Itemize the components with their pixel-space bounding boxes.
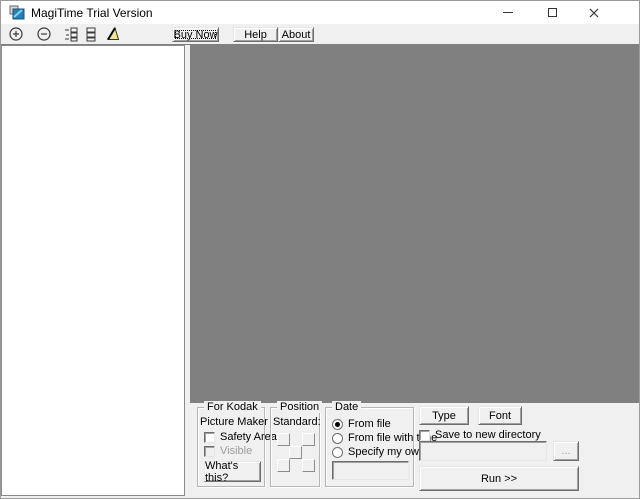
kodak-group: For Kodak Picture Maker Safety Area Visi…: [197, 401, 277, 487]
position-top-left-button[interactable]: [277, 433, 290, 446]
position-top-right-button[interactable]: [302, 433, 315, 446]
about-label: About: [281, 28, 311, 41]
whats-this-button[interactable]: What's this?: [204, 459, 261, 484]
buy-now-label: Buy Now: [173, 28, 218, 41]
zoom-in-icon[interactable]: [8, 26, 24, 42]
safety-area-label: Safety Area: [220, 431, 277, 443]
position-group-title: Position: [277, 401, 323, 413]
kodak-group-subtitle: Picture Maker: [200, 416, 268, 428]
window-title: MagiTime Trial Version: [31, 6, 153, 20]
type-label: Type: [432, 409, 456, 422]
minimize-button[interactable]: [489, 1, 527, 24]
buy-now-button[interactable]: Buy Now: [172, 27, 219, 42]
help-label: Help: [244, 28, 267, 41]
save-directory-label: Save to new directory: [435, 429, 541, 441]
date-group-title: Date: [332, 401, 362, 413]
position-bottom-left-button[interactable]: [277, 459, 290, 472]
toolbar: Buy Now Help About: [1, 24, 639, 45]
date-group: Date From file From file with time Speci…: [325, 401, 437, 487]
type-button[interactable]: Type: [419, 406, 469, 425]
visible-checkbox-row: Visible: [204, 445, 252, 457]
whats-this-label: What's this?: [205, 459, 239, 484]
date-from-file-label: From file: [348, 418, 391, 430]
zoom-out-icon[interactable]: [36, 26, 52, 42]
save-directory-checkbox[interactable]: [419, 429, 430, 441]
date-specify-own-option[interactable]: Specify my own: [332, 446, 425, 458]
font-label: Font: [488, 409, 511, 422]
position-bottom-right-button[interactable]: [302, 459, 315, 472]
about-button[interactable]: About: [278, 27, 314, 42]
app-window: MagiTime Trial Version Buy Now Help Abou…: [0, 0, 640, 499]
control-panel: For Kodak Picture Maker Safety Area Visi…: [189, 401, 639, 498]
close-icon: [589, 8, 599, 17]
date-specify-own-label: Specify my own: [348, 446, 426, 458]
save-directory-checkbox-row[interactable]: Save to new directory: [419, 429, 541, 441]
position-standard-label: Standard:: [273, 416, 321, 428]
title-bar: MagiTime Trial Version: [1, 1, 639, 24]
close-button[interactable]: [575, 1, 613, 24]
date-specify-own-radio[interactable]: [332, 446, 343, 458]
run-label: Run >>: [480, 472, 518, 485]
browse-label: ...: [561, 445, 571, 457]
kodak-group-title: For Kodak: [204, 401, 261, 413]
thumbnail-list-icon[interactable]: [63, 26, 79, 42]
directory-path-input[interactable]: [419, 441, 547, 461]
position-center-button[interactable]: [289, 446, 302, 459]
maximize-button[interactable]: [533, 1, 571, 24]
minimize-icon: [503, 12, 513, 13]
date-from-file-option[interactable]: From file: [332, 418, 391, 430]
visible-checkbox: [204, 445, 215, 457]
font-button[interactable]: Font: [478, 406, 522, 425]
position-group: Position Standard:: [270, 401, 323, 487]
browse-button[interactable]: ...: [553, 441, 579, 461]
image-preview-area[interactable]: [190, 45, 639, 403]
custom-date-input[interactable]: [332, 461, 409, 480]
date-from-file-radio[interactable]: [332, 418, 343, 430]
safety-area-checkbox[interactable]: [204, 431, 215, 443]
app-icon: [9, 5, 25, 20]
stacked-list-icon[interactable]: [83, 26, 99, 42]
run-button[interactable]: Run >>: [419, 466, 579, 491]
file-list-panel[interactable]: [1, 45, 185, 496]
safety-area-checkbox-row[interactable]: Safety Area: [204, 431, 277, 443]
date-from-file-time-radio[interactable]: [332, 432, 343, 444]
visible-label: Visible: [220, 445, 253, 457]
angle-tool-icon[interactable]: [105, 26, 121, 42]
maximize-icon: [547, 8, 557, 17]
help-button[interactable]: Help: [233, 27, 278, 42]
